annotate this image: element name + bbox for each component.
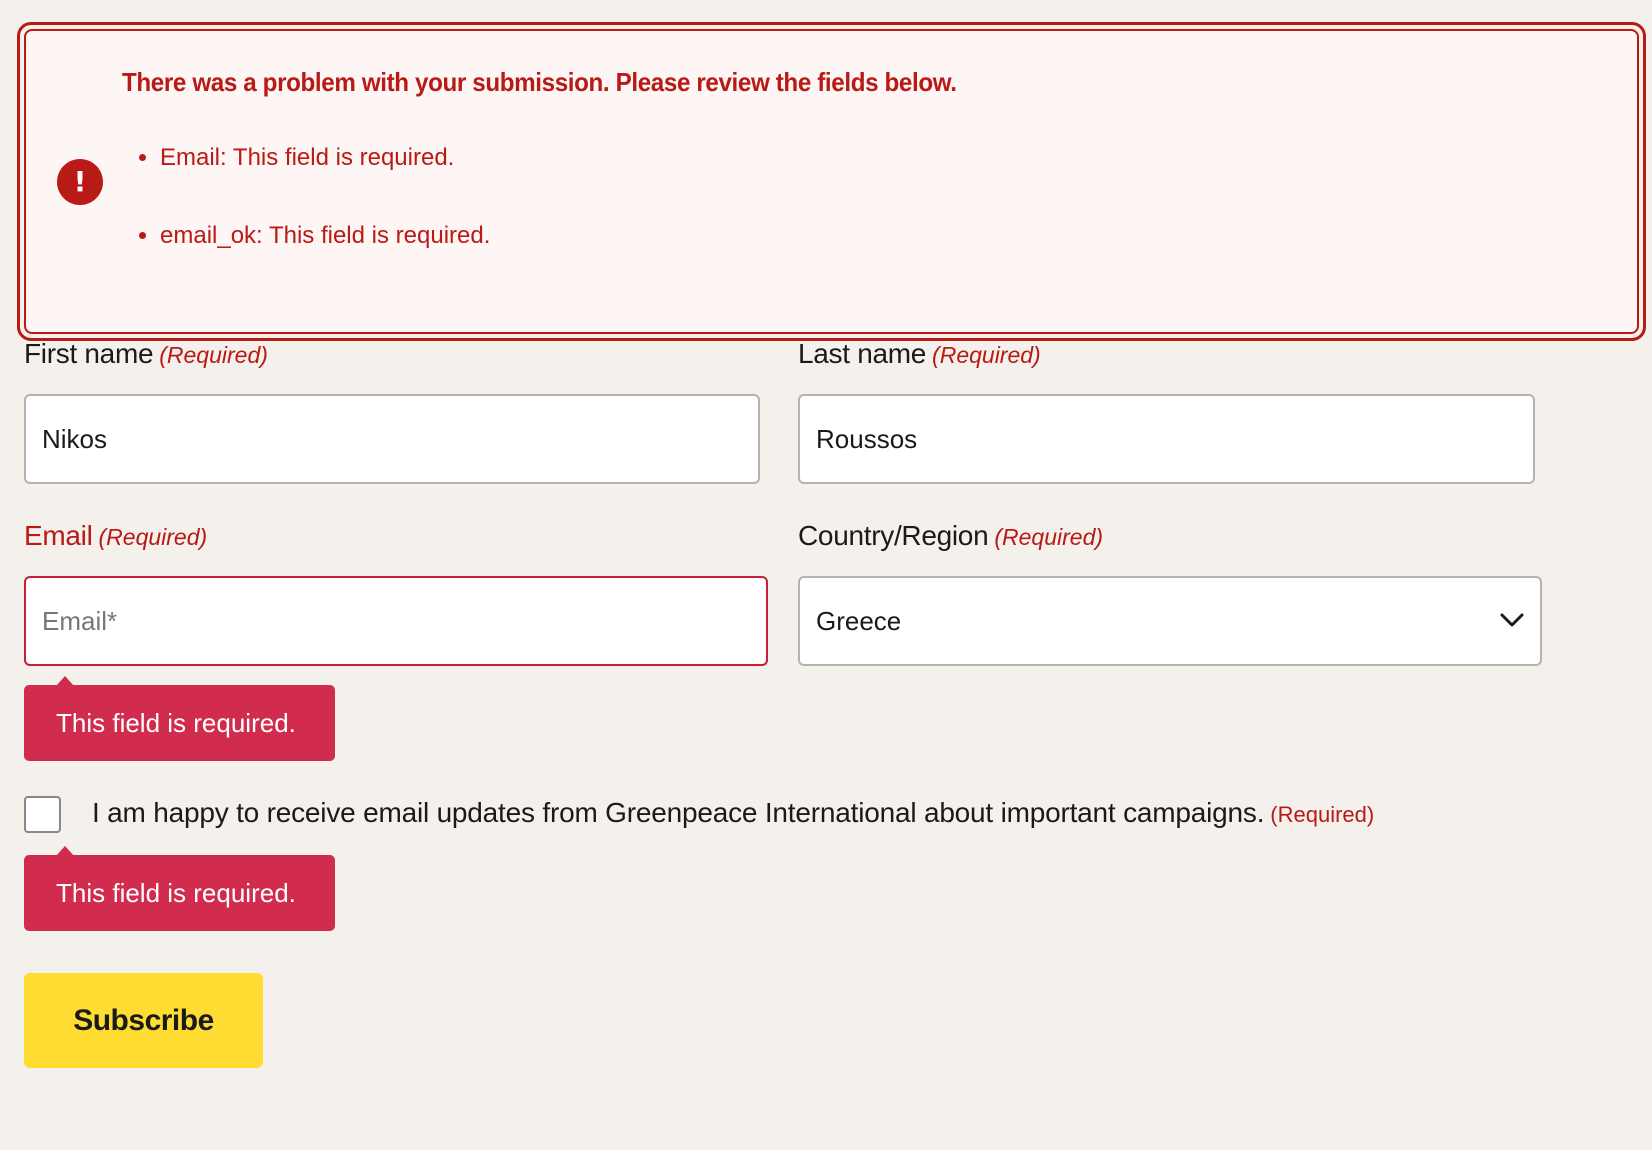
last-name-input[interactable]	[798, 394, 1535, 484]
required-marker: (Required)	[1270, 802, 1375, 827]
error-summary-list: Email: This field is required. email_ok:…	[122, 143, 490, 299]
required-marker: (Required)	[932, 342, 1041, 368]
last-name-label-text: Last name	[798, 338, 927, 369]
required-marker: (Required)	[994, 524, 1104, 550]
chevron-down-icon	[1500, 613, 1524, 627]
consent-error-tooltip: This field is required.	[24, 846, 335, 931]
error-summary-title: There was a problem with your submission…	[122, 67, 957, 97]
consent-label[interactable]: I am happy to receive email updates from…	[92, 797, 1374, 829]
first-name-label-text: First name	[24, 338, 154, 369]
consent-checkbox[interactable]	[24, 796, 61, 833]
alert-circle-icon: !	[57, 159, 103, 205]
required-marker: (Required)	[159, 342, 268, 368]
error-summary-item[interactable]: email_ok: This field is required.	[160, 221, 490, 251]
error-summary-panel: ! There was a problem with your submissi…	[24, 29, 1639, 334]
email-error-tooltip: This field is required.	[24, 676, 335, 761]
email-label: Email (Required)	[24, 520, 207, 552]
email-input[interactable]	[24, 576, 768, 666]
error-summary-item[interactable]: Email: This field is required.	[160, 143, 490, 173]
email-label-text: Email	[24, 520, 93, 551]
country-label: Country/Region (Required)	[798, 520, 1103, 552]
first-name-label: First name (Required)	[24, 338, 268, 370]
country-select-value: Greece	[816, 606, 902, 636]
required-marker: (Required)	[98, 524, 208, 550]
first-name-input[interactable]	[24, 394, 760, 484]
country-select[interactable]: Greece	[798, 576, 1542, 666]
last-name-label: Last name (Required)	[798, 338, 1041, 370]
country-label-text: Country/Region	[798, 520, 989, 551]
error-summary: ! There was a problem with your submissi…	[17, 22, 1646, 341]
subscribe-button[interactable]: Subscribe	[24, 973, 263, 1068]
consent-label-text: I am happy to receive email updates from…	[92, 797, 1265, 828]
